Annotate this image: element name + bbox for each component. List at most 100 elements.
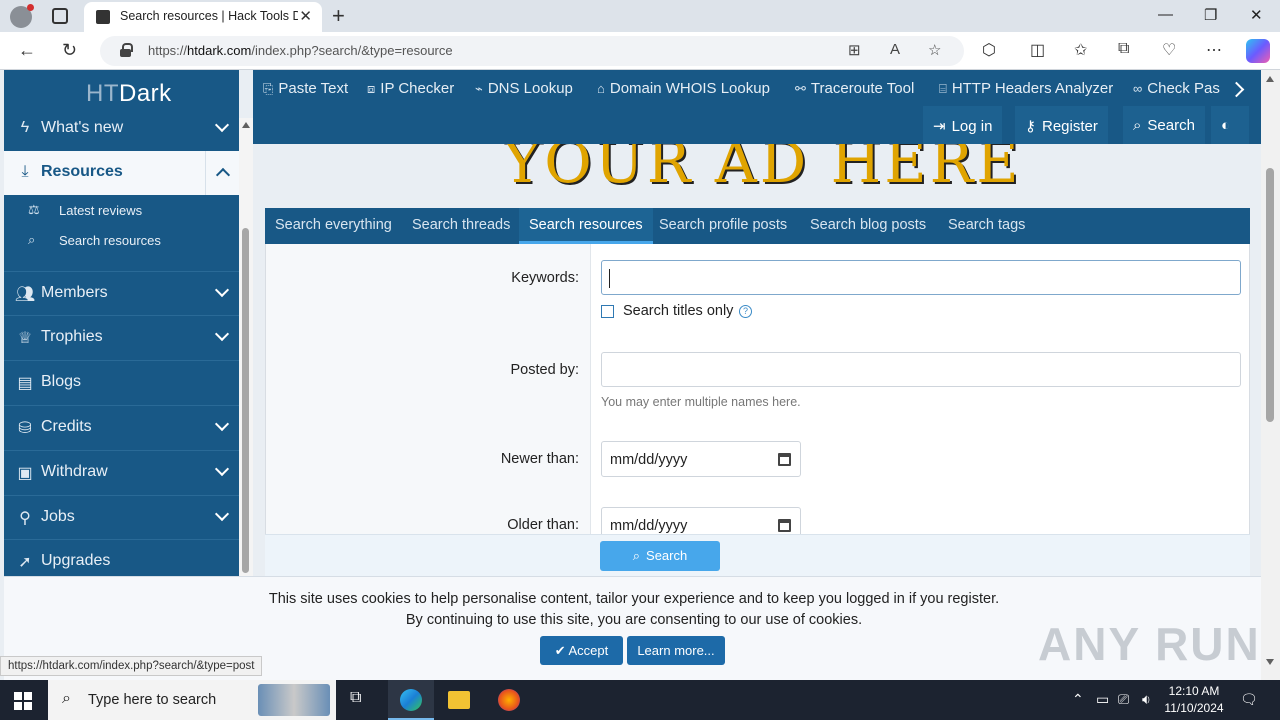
theme-toggle-button[interactable]: ◐	[1211, 106, 1249, 144]
nav-http-headers[interactable]: ⌸ HTTP Headers Analyzer	[939, 80, 1113, 97]
chevron-down-icon[interactable]	[213, 418, 231, 436]
chevron-down-icon[interactable]	[213, 508, 231, 526]
tab-search-resources[interactable]: Search resources	[519, 208, 653, 244]
network-icon: ⧈	[367, 81, 376, 96]
keywords-input[interactable]	[601, 260, 1241, 295]
maximize-icon[interactable]: ❐	[1204, 6, 1217, 24]
chevron-down-icon[interactable]	[213, 119, 231, 137]
site-logo[interactable]: HTDark	[86, 80, 172, 108]
sidebar-scroll-thumb[interactable]	[242, 228, 249, 573]
calendar-icon[interactable]	[778, 519, 791, 532]
sidebar-item-trophies[interactable]: ♕ Trophies	[4, 315, 239, 359]
tab-search-tags[interactable]: Search tags	[948, 217, 1025, 233]
ad-banner-text: YOUR AD HERE	[503, 144, 1022, 196]
volume-icon[interactable]: 🔉︎	[1142, 691, 1151, 708]
sidebar-item-withdraw[interactable]: ▣ Withdraw	[4, 450, 239, 494]
nav-paste-text[interactable]: ⎘ Paste Text	[263, 80, 348, 97]
chevron-right-icon[interactable]	[1231, 82, 1245, 96]
file-explorer-icon[interactable]	[448, 691, 470, 709]
browser-tab[interactable]: Search resources | Hack Tools Dark ✕	[84, 2, 322, 32]
lock-icon[interactable]	[120, 43, 133, 57]
page-scroll-thumb[interactable]	[1266, 168, 1274, 422]
close-tab-icon[interactable]: ✕	[299, 7, 312, 25]
notifications-icon[interactable]: 🗨︎	[1240, 691, 1258, 708]
titles-only-checkbox[interactable]	[601, 305, 614, 318]
sidebar-item-whats-new[interactable]: ϟ What's new	[4, 107, 239, 151]
read-aloud-icon[interactable]: A	[890, 41, 900, 58]
firefox-icon[interactable]	[498, 689, 520, 711]
nav-ip-checker[interactable]: ⧈ IP Checker	[367, 80, 454, 97]
sidebar-scrollbar[interactable]	[239, 118, 253, 576]
refresh-icon[interactable]: ↻	[62, 40, 77, 61]
edge-taskbar-button[interactable]	[388, 680, 434, 720]
favorite-star-icon[interactable]: ☆	[928, 41, 941, 59]
login-button[interactable]: ⇥ Log in	[923, 106, 1003, 144]
network-icon[interactable]: ⎚	[1118, 691, 1129, 708]
chevron-up-icon[interactable]	[205, 151, 239, 195]
scroll-up-arrow-icon[interactable]	[1266, 76, 1274, 82]
clock-date[interactable]: 11/10/2024	[1162, 701, 1226, 715]
taskbar-search[interactable]: ⌕ Type here to search	[48, 680, 336, 720]
extensions-icon[interactable]: ⬡	[982, 40, 996, 60]
search-icon: ⌕	[62, 690, 71, 707]
sidebar-item-jobs[interactable]: ⚲ Jobs	[4, 495, 239, 539]
browser-essentials-icon[interactable]: ♡	[1162, 40, 1176, 60]
nav-domain-whois[interactable]: ⌂ Domain WHOIS Lookup	[597, 80, 770, 97]
collections-icon[interactable]: ⧉	[1118, 40, 1129, 58]
accept-cookies-button[interactable]: ✔ Accept	[540, 636, 623, 665]
chevron-down-icon[interactable]	[213, 328, 231, 346]
newer-than-date-input[interactable]: mm/dd/yyyy	[601, 441, 801, 477]
split-screen-icon[interactable]: ◫	[1030, 40, 1045, 60]
submit-search-button[interactable]: ⌕ Search	[600, 541, 720, 571]
ad-banner[interactable]: YOUR AD HERE	[253, 144, 1261, 204]
tab-search-blog-posts[interactable]: Search blog posts	[810, 217, 926, 233]
help-question-icon[interactable]: ?	[739, 305, 752, 318]
url-text: https://htdark.com/index.php?search/&typ…	[148, 43, 453, 58]
sidebar-subitem-latest-reviews[interactable]: ⚖ Latest reviews	[4, 196, 239, 226]
scroll-down-arrow-icon[interactable]	[1266, 659, 1274, 665]
task-view-icon[interactable]: ⧉	[350, 689, 372, 711]
windows-start-icon[interactable]	[14, 692, 32, 710]
back-icon[interactable]: ←	[18, 40, 36, 61]
new-tab-icon[interactable]: +	[332, 3, 345, 29]
titles-only-label[interactable]: Search titles only	[623, 303, 733, 319]
server-icon: ⌸	[939, 81, 947, 96]
more-menu-icon[interactable]: ⋯	[1206, 40, 1222, 60]
tray-chevron-up-icon[interactable]: ⌃	[1072, 691, 1084, 708]
chevron-down-icon[interactable]	[213, 284, 231, 302]
tab-search-threads[interactable]: Search threads	[412, 217, 510, 233]
sidebar-item-members[interactable]: 👥︎ Members	[4, 271, 239, 315]
app-available-icon[interactable]: ⊞	[848, 41, 861, 59]
tab-search-everything[interactable]: Search everything	[275, 217, 392, 233]
key-icon: ⚷	[1025, 118, 1036, 135]
page-scrollbar[interactable]	[1261, 70, 1280, 680]
posted-by-input[interactable]	[601, 352, 1241, 387]
close-window-icon[interactable]: ✕	[1250, 6, 1263, 24]
search-button[interactable]: ⌕ Search	[1123, 106, 1205, 144]
nav-dns-lookup[interactable]: ⌁ DNS Lookup	[475, 80, 573, 97]
profile-icon[interactable]	[10, 4, 34, 28]
tab-actions-icon[interactable]	[52, 8, 68, 24]
clock-time[interactable]: 12:10 AM	[1164, 684, 1224, 698]
sidebar-item-label: Credits	[41, 418, 92, 435]
nav-check-password[interactable]: ∞ Check Pas	[1133, 80, 1225, 97]
favorites-icon[interactable]: ✩	[1074, 40, 1087, 60]
scroll-up-arrow-icon[interactable]	[242, 122, 250, 128]
copilot-icon[interactable]	[1246, 39, 1270, 63]
rocket-icon: ➚	[18, 554, 32, 571]
minimize-icon[interactable]: —	[1158, 6, 1173, 23]
sidebar-item-label: Blogs	[41, 373, 82, 390]
register-button[interactable]: ⚷ Register	[1015, 106, 1108, 144]
sidebar-item-credits[interactable]: ⛁ Credits	[4, 405, 239, 449]
sidebar-subitem-search-resources[interactable]: ⌕ Search resources	[4, 226, 239, 256]
url-bar[interactable]: https://htdark.com/index.php?search/&typ…	[100, 36, 964, 66]
users-icon: 👥︎	[14, 286, 36, 303]
sidebar-item-blogs[interactable]: ▤ Blogs	[4, 360, 239, 404]
nav-traceroute[interactable]: ⚯ Traceroute Tool	[795, 80, 914, 97]
calendar-icon[interactable]	[778, 453, 791, 466]
tray-device-icon[interactable]: ▭	[1096, 691, 1109, 708]
chevron-down-icon[interactable]	[213, 463, 231, 481]
learn-more-button[interactable]: Learn more...	[627, 636, 725, 665]
sidebar-item-resources[interactable]: ⤓ Resources	[4, 151, 239, 195]
tab-search-profile-posts[interactable]: Search profile posts	[659, 217, 787, 233]
